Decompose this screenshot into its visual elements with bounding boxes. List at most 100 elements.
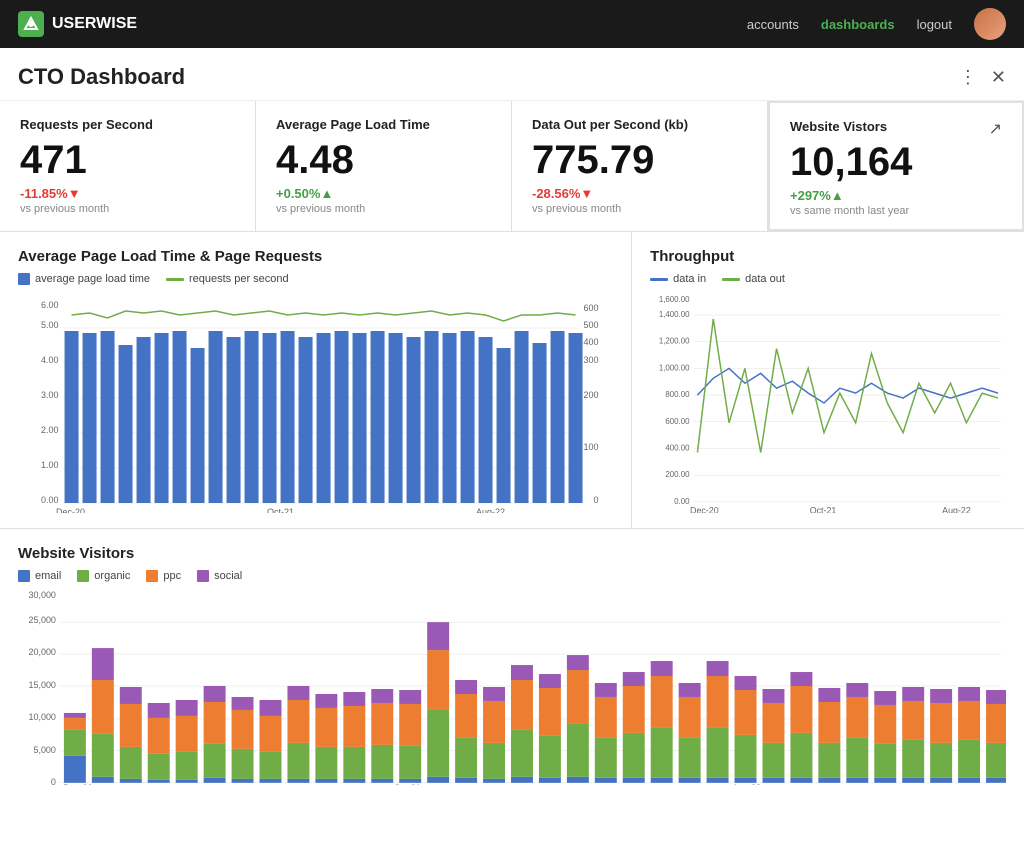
svg-text:Dec-20: Dec-20 [690,506,719,513]
kpi-value: 775.79 [532,138,747,182]
legend-label: social [214,570,242,582]
nav-logout[interactable]: logout [917,17,952,32]
kpi-website-visitors: Website Vistors ↗ 10,164 +297%▲ vs same … [768,101,1024,231]
nav-accounts[interactable]: accounts [747,17,799,32]
kpi-subtext: vs previous month [20,203,235,215]
navbar: USERWISE accounts dashboards logout [0,0,1024,48]
legend-color [166,278,184,281]
legend-email: email [18,570,61,582]
legend-color [650,278,668,281]
legend-label: organic [94,570,130,582]
charts-row: Average Page Load Time & Page Requests a… [0,232,1024,529]
kpi-label: Requests per Second [20,117,235,132]
page-header: CTO Dashboard ⋮ ✕ [0,48,1024,101]
legend-requests: requests per second [166,273,289,285]
svg-text:100: 100 [584,442,599,452]
legend-color [722,278,740,281]
svg-text:Oct-21: Oct-21 [810,506,837,513]
legend-avg-load: average page load time [18,273,150,285]
kpi-avg-page-load: Average Page Load Time 4.48 +0.50%▲ vs p… [256,101,512,231]
external-link-icon[interactable]: ↗ [989,119,1002,139]
kpi-subtext: vs previous month [276,203,491,215]
svg-text:Aug-22: Aug-22 [732,783,761,785]
svg-text:Aug-22: Aug-22 [476,507,505,513]
kpi-subtext: vs same month last year [790,205,1002,217]
brand-name: USERWISE [52,15,137,33]
kpi-change: -11.85%▼ [20,186,235,201]
svg-text:Oct-21: Oct-21 [394,783,421,785]
svg-text:800.00: 800.00 [665,390,690,399]
chart-title: Average Page Load Time & Page Requests [18,248,613,265]
chart-title: Throughput [650,248,1006,265]
svg-text:400.00: 400.00 [665,443,690,452]
legend-color [197,570,209,582]
svg-text:5.00: 5.00 [41,320,59,330]
svg-text:500: 500 [584,320,599,330]
avatar[interactable] [974,8,1006,40]
svg-text:Dec-20: Dec-20 [56,507,85,513]
svg-text:0: 0 [51,777,56,785]
chart-title: Website Visitors [18,545,1006,562]
legend-color [18,570,30,582]
kpi-card-header: Website Vistors ↗ [790,119,1002,140]
svg-text:3.00: 3.00 [41,390,59,400]
page: CTO Dashboard ⋮ ✕ Requests per Second 47… [0,48,1024,845]
svg-text:0.00: 0.00 [41,495,59,505]
kpi-requests-per-second: Requests per Second 471 -11.85%▼ vs prev… [0,101,256,231]
legend-label: ppc [163,570,181,582]
svg-text:20,000: 20,000 [28,647,55,657]
kpi-row: Requests per Second 471 -11.85%▼ vs prev… [0,101,1024,232]
chart-legend: email organic ppc social [18,570,1006,582]
svg-text:1,400.00: 1,400.00 [659,310,690,319]
chart-legend: data in data out [650,273,1006,285]
svg-text:600: 600 [584,303,599,313]
nav-dashboards[interactable]: dashboards [821,17,895,32]
svg-text:200: 200 [584,390,599,400]
legend-label: email [35,570,61,582]
svg-text:25,000: 25,000 [28,615,55,625]
kpi-label: Average Page Load Time [276,117,491,132]
legend-label: average page load time [35,273,150,285]
legend-organic: organic [77,570,130,582]
legend-social: social [197,570,242,582]
svg-text:Oct-21: Oct-21 [267,507,294,513]
svg-text:1,600.00: 1,600.00 [659,295,690,304]
legend-label: data in [673,273,706,285]
chart2-svg: 0.00 200.00 400.00 600.00 800.00 1,000.0… [650,293,1006,513]
chart-page-load: Average Page Load Time & Page Requests a… [0,232,632,528]
svg-text:300: 300 [584,355,599,365]
svg-text:1.00: 1.00 [41,460,59,470]
kpi-label: Website Vistors [790,119,887,134]
avatar-image [974,8,1006,40]
kpi-change: +0.50%▲ [276,186,491,201]
kpi-value: 471 [20,138,235,182]
svg-text:6.00: 6.00 [41,300,59,310]
kpi-subtext: vs previous month [532,203,747,215]
svg-text:Dec-20: Dec-20 [63,783,92,785]
header-actions: ⋮ ✕ [959,67,1006,88]
kpi-data-out: Data Out per Second (kb) 775.79 -28.56%▼… [512,101,768,231]
kpi-label: Data Out per Second (kb) [532,117,747,132]
svg-text:4.00: 4.00 [41,355,59,365]
svg-text:2.00: 2.00 [41,425,59,435]
legend-ppc: ppc [146,570,181,582]
svg-text:600.00: 600.00 [665,417,690,426]
kpi-value: 10,164 [790,140,1002,184]
chart1-svg: 0.00 1.00 2.00 3.00 4.00 5.00 6.00 0 100… [18,293,613,513]
chart3-svg: 0 5,000 10,000 15,000 20,000 25,000 30,0… [18,590,1006,785]
logo-icon [18,11,44,37]
svg-text:1,000.00: 1,000.00 [659,363,690,372]
svg-text:400: 400 [584,337,599,347]
chart-legend: average page load time requests per seco… [18,273,613,285]
legend-data-in: data in [650,273,706,285]
legend-color [146,570,158,582]
legend-data-out: data out [722,273,785,285]
svg-text:1,200.00: 1,200.00 [659,337,690,346]
svg-text:10,000: 10,000 [28,712,55,722]
kpi-change: -28.56%▼ [532,186,747,201]
svg-text:200.00: 200.00 [665,470,690,479]
more-icon[interactable]: ⋮ [959,67,977,88]
close-icon[interactable]: ✕ [991,67,1006,88]
svg-text:0: 0 [594,495,599,505]
brand: USERWISE [18,11,137,37]
